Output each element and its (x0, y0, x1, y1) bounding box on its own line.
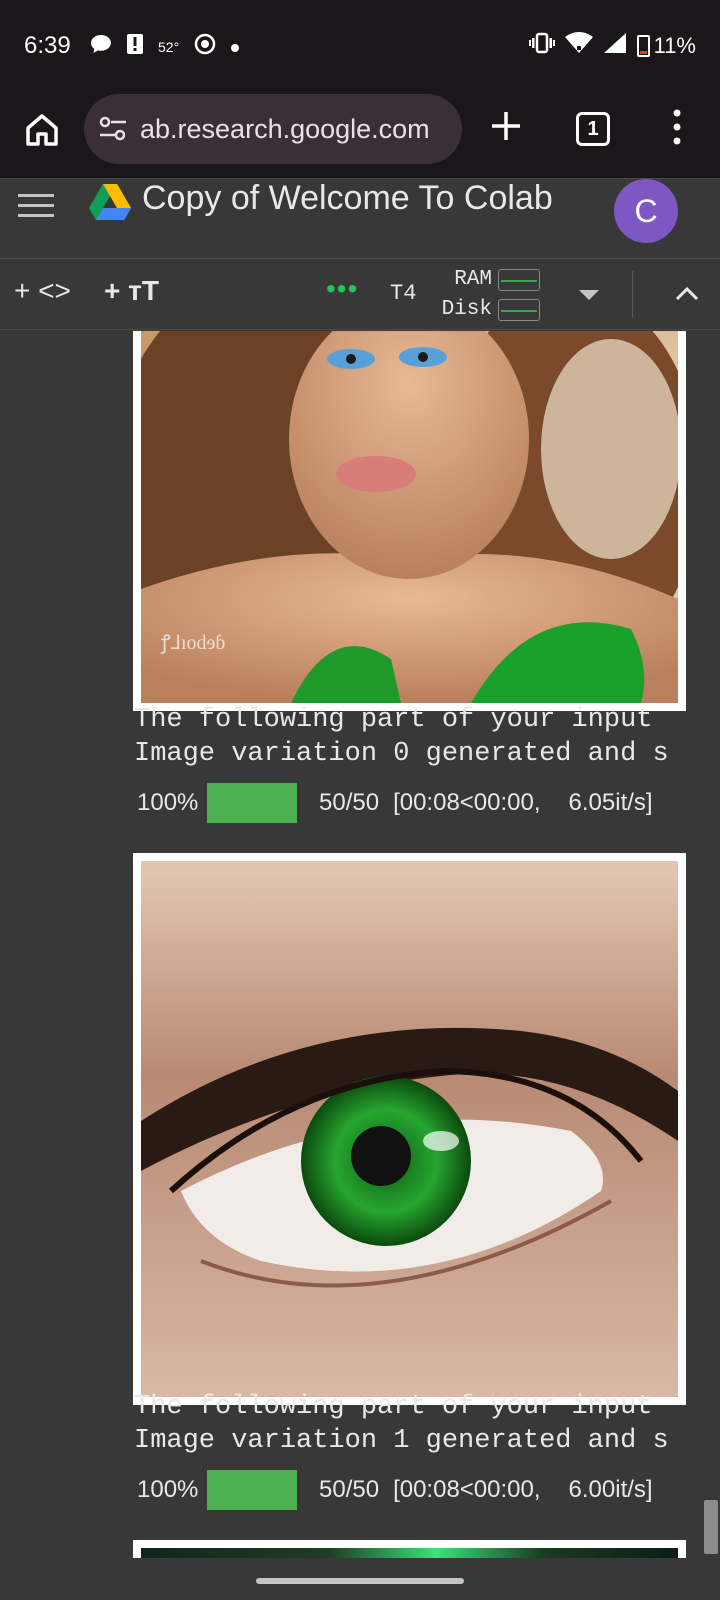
generated-image-partial (141, 1548, 678, 1558)
focus-icon (193, 32, 217, 61)
notebook-title[interactable]: Copy of Welcome To Colab (142, 179, 553, 218)
plus-icon (492, 112, 520, 140)
output-image (133, 853, 686, 1405)
toolbar-divider (632, 271, 633, 317)
dot-icon (231, 36, 240, 57)
disk-meter (498, 299, 540, 321)
address-bar[interactable]: ab.research.google.com (84, 94, 462, 164)
output-image: ꝭ⅃ıoԁɘɓ (133, 331, 686, 711)
progress-percent: 100% (137, 789, 199, 816)
alert-icon (126, 33, 144, 60)
generated-eye-image (141, 861, 678, 1397)
chat-bubble-icon (90, 34, 112, 59)
status-bar: 6:39 52° 11% (0, 0, 720, 90)
home-button[interactable] (22, 110, 62, 150)
output-text-line: The following part of your input (134, 705, 669, 735)
colab-header: Copy of Welcome To Colab C (0, 178, 720, 258)
status-time: 6:39 (24, 32, 71, 59)
runtime-type[interactable]: T4 (390, 281, 416, 306)
temperature-text: 52° (158, 38, 180, 55)
collapse-toolbar-button[interactable] (672, 279, 702, 309)
system-nav-bar (0, 1558, 720, 1600)
browser-toolbar: ab.research.google.com 1 (0, 90, 720, 178)
progress-bar (207, 783, 297, 823)
chevron-up-icon (675, 286, 699, 301)
cell-output[interactable]: ꝭ⅃ıoԁɘɓ The following part of your input… (0, 331, 720, 1558)
add-text-cell-button[interactable]: + тT (104, 275, 159, 307)
add-code-cell-button[interactable]: + <> (14, 275, 71, 307)
output-text-line: Image variation 0 generated and s (134, 739, 669, 769)
browser-menu-button[interactable] (670, 108, 684, 146)
battery-percent: 11% (653, 33, 696, 58)
progress-count: 50/50 (319, 789, 380, 816)
tab-switcher-button[interactable]: 1 (576, 112, 610, 146)
ram-meter (498, 269, 540, 291)
account-avatar[interactable]: C (614, 179, 678, 243)
vibrate-icon (528, 32, 555, 60)
ram-label: RAM (454, 268, 492, 291)
url-text: ab.research.google.com (140, 113, 430, 144)
progress-rate: 6.00it/s] (568, 1476, 653, 1503)
battery-icon (636, 35, 650, 57)
new-tab-button[interactable] (488, 108, 524, 144)
resource-meters[interactable] (498, 269, 540, 329)
battery-indicator: 11% (636, 33, 696, 59)
disk-label: Disk (441, 298, 492, 321)
progress-percent: 100% (137, 1476, 199, 1503)
signal-icon (603, 32, 627, 60)
runtime-busy-indicator: ••• (326, 273, 359, 304)
wifi-icon (564, 32, 593, 60)
hamburger-icon (18, 194, 54, 217)
progress-count: 50/50 (319, 1476, 380, 1503)
progress-rate: 6.05it/s] (568, 789, 653, 816)
system-icons: 11% (528, 32, 696, 60)
progress-bar (207, 1470, 297, 1510)
output-text-line: Image variation 1 generated and s (134, 1426, 669, 1456)
progress-time: [00:08<00:00, (393, 1476, 541, 1503)
home-icon (26, 114, 58, 146)
resource-labels[interactable]: RAM Disk (436, 265, 492, 325)
output-text-line: The following part of your input (134, 1392, 669, 1422)
progress-time: [00:08<00:00, (393, 789, 541, 816)
runtime-dropdown-button[interactable] (574, 279, 604, 309)
generated-portrait-image: ꝭ⅃ıoԁɘɓ (141, 331, 678, 703)
caret-down-icon (579, 290, 599, 300)
google-drive-icon[interactable] (88, 183, 132, 223)
site-settings-icon[interactable] (98, 114, 128, 144)
gesture-handle[interactable] (256, 1578, 464, 1584)
scrollbar-thumb[interactable] (704, 1500, 718, 1554)
notification-icons: 52° (90, 32, 240, 61)
progress-bar-row: 100% 50/50 [00:08<00:00, 6.00it/s] (137, 1470, 653, 1510)
more-vert-icon (673, 109, 681, 145)
menu-button[interactable] (18, 191, 56, 221)
progress-bar-row: 100% 50/50 [00:08<00:00, 6.05it/s] (137, 783, 653, 823)
output-image (133, 1540, 686, 1558)
notebook-toolbar: + <> + тT ••• T4 RAM Disk (0, 258, 720, 330)
svg-text:ꝭ⅃ıoԁɘɓ: ꝭ⅃ıoԁɘɓ (160, 632, 225, 654)
